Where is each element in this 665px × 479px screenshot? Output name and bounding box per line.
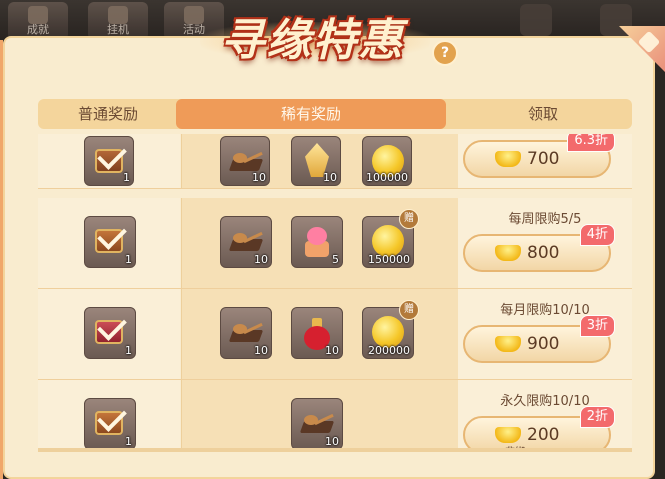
normal-reward-cell: 1 [38,198,180,288]
item-count: 1 [125,253,132,266]
item-count: 1 [125,435,132,448]
item-count: 5 [332,253,339,266]
hud-achievement-button[interactable]: 成就 [8,2,68,40]
flower-shape [300,227,334,257]
title-area: 寻缘特惠 ? [190,0,460,70]
item-count: 100000 [366,171,408,184]
rare-reward-cell: 10 [181,380,459,448]
price-label: 800 [527,243,560,263]
tab-normal-rewards[interactable]: 普通奖励 [38,99,178,129]
tab-rare-rewards[interactable]: 稀有奖励 [176,99,446,129]
offer-row: 1 10 5 赠 150000 每周限购5/5 800 4折 [38,198,632,289]
rare-reward-cell: 10 5 赠 150000 [181,198,459,288]
spoon-shape [228,231,264,253]
spoon-shape [228,151,264,173]
wooden-spoon-icon[interactable]: 10 [220,136,270,186]
gold-ingot-icon [495,427,521,443]
gold-ingot-icon [495,336,521,352]
discount-badge: 6.3折 [567,134,615,152]
buy-button[interactable]: 700 6.3折 [463,134,615,178]
item-count: 10 [252,171,266,184]
item-count: 200000 [368,344,410,357]
page-title: 寻缘特惠 [220,15,405,66]
spoon-shape [299,413,335,435]
gold-coin-icon[interactable]: 100000 [362,136,412,186]
item-count: 1 [125,344,132,357]
rare-reward-cell: 10 10 100000 [181,134,459,188]
rare-reward-cell: 10 10 赠 200000 [181,289,459,379]
offer-row: 1 10 10 100000 700 6.3折 [38,134,632,189]
tab-claim[interactable]: 领取 [454,99,632,129]
list-bottom-border [38,448,632,452]
item-count: 10 [254,344,268,357]
item-count: 10 [323,171,337,184]
price-label: 900 [527,334,560,354]
discount-badge: 4折 [579,224,615,246]
claim-cell: 每月限购10/10 900 3折 [458,289,632,379]
normal-reward-cell: 1 [38,289,180,379]
help-icon[interactable]: ? [432,40,458,66]
gold-coin-icon[interactable]: 赠 150000 [362,209,419,268]
hud-icon[interactable] [520,4,552,36]
item-count: 150000 [368,253,410,266]
hud-idle-button[interactable]: 挂机 [88,2,148,40]
gift-badge: 赠 [399,209,419,229]
offer-row: 1 10 永久限购10/10 200 非绑 2折 [38,380,632,448]
claim-cell: 永久限购10/10 200 非绑 2折 [458,380,632,448]
wooden-spoon-icon[interactable]: 10 [220,307,272,359]
normal-reward-cell: 1 [38,380,180,448]
claim-cell: 每周限购5/5 800 4折 [458,198,632,288]
offer-row: 1 10 10 赠 200000 每月限购10/10 900 3折 [38,289,632,380]
red-potion-icon[interactable]: 10 [291,307,343,359]
tab-header: 普通奖励 稀有奖励 领取 [38,99,632,129]
buy-button[interactable]: 200 非绑 2折 [463,406,615,448]
discount-badge: 2折 [579,406,615,428]
gold-ingot-icon [495,245,521,261]
item-count: 1 [123,171,130,184]
red-chest-icon[interactable]: 1 [84,307,136,359]
gift-badge: 赠 [399,300,419,320]
gold-coin-icon[interactable]: 赠 200000 [362,300,419,359]
chest-icon[interactable]: 1 [84,216,136,268]
wooden-spoon-icon[interactable]: 10 [291,398,343,448]
normal-reward-cell: 1 [38,134,180,188]
item-count: 10 [325,344,339,357]
discount-badge: 3折 [579,315,615,337]
item-count: 10 [254,253,268,266]
chest-icon[interactable]: 1 [84,398,136,448]
item-count: 10 [325,435,339,448]
price-label: 700 [527,149,560,169]
flower-pot-icon[interactable]: 5 [291,216,343,268]
offer-list[interactable]: 1 10 10 100000 700 6.3折 1 10 5 赠 150000 … [38,134,632,448]
buy-button[interactable]: 800 4折 [463,224,615,272]
wooden-spoon-icon[interactable]: 10 [220,216,272,268]
gold-ingot-icon [495,151,521,167]
price-label: 200 [527,425,560,445]
chest-icon[interactable]: 1 [84,136,134,186]
claim-cell: 700 6.3折 [458,134,632,188]
crystal-icon[interactable]: 10 [291,136,341,186]
buy-button[interactable]: 900 3折 [463,315,615,363]
spoon-shape [228,322,264,344]
